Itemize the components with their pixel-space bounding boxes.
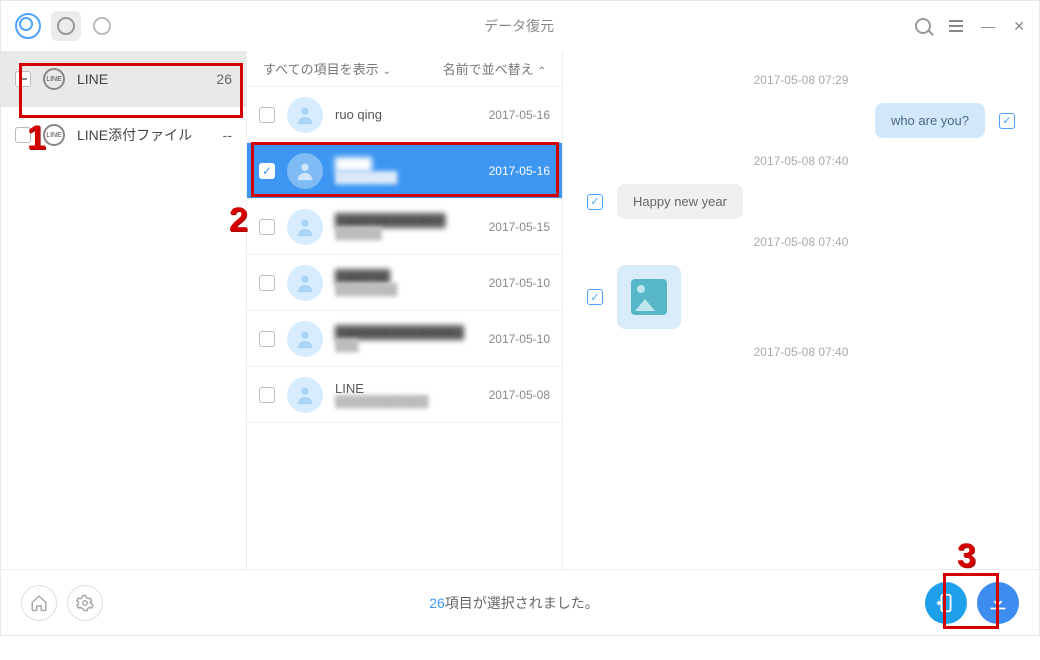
sidebar: LINE LINE 26 LINE LINE添付ファイル -- <box>1 51 247 569</box>
settings-button[interactable] <box>67 585 103 621</box>
export-button[interactable] <box>977 582 1019 624</box>
chat-message-out: who are you? ✓ <box>587 103 1015 138</box>
avatar-icon <box>287 265 323 301</box>
restore-to-device-button[interactable] <box>925 582 967 624</box>
checkbox[interactable] <box>15 127 31 143</box>
checkbox[interactable] <box>15 71 31 87</box>
contact-date: 2017-05-16 <box>489 108 550 122</box>
list-item[interactable]: █████████████████ 2017-05-10 <box>247 311 562 367</box>
chat-message-in: ✓ <box>587 265 1015 329</box>
avatar-icon <box>287 377 323 413</box>
avatar-icon <box>287 209 323 245</box>
tool-contacts-button[interactable] <box>87 11 117 41</box>
home-button[interactable] <box>21 585 57 621</box>
checkbox[interactable]: ✓ <box>259 163 275 179</box>
contact-sub: ████████ <box>335 172 477 184</box>
contact-name: LINE <box>335 381 477 396</box>
message-bubble: who are you? <box>875 103 985 138</box>
avatar-icon <box>287 321 323 357</box>
checkbox[interactable] <box>259 219 275 235</box>
list-item[interactable]: ██████████████████ 2017-05-15 <box>247 199 562 255</box>
contact-date: 2017-05-15 <box>489 220 550 234</box>
selection-status: 26項目が選択されました。 <box>113 593 915 613</box>
message-checkbox[interactable]: ✓ <box>587 194 603 210</box>
contact-date: 2017-05-08 <box>489 388 550 402</box>
contact-date: 2017-05-10 <box>489 332 550 346</box>
sidebar-item[interactable]: LINE LINE添付ファイル -- <box>1 107 246 163</box>
app-logo-icon <box>15 13 41 39</box>
chat-timestamp: 2017-05-08 07:29 <box>587 73 1015 87</box>
sidebar-item-count: -- <box>223 127 232 143</box>
footer: 26項目が選択されました。 <box>1 569 1039 635</box>
contact-date: 2017-05-16 <box>489 164 550 178</box>
filter-dropdown[interactable]: すべての項目を表示⌄ <box>263 59 391 78</box>
header: データ復元 — ✕ <box>1 1 1039 51</box>
chat-timestamp: 2017-05-08 07:40 <box>587 235 1015 249</box>
line-icon: LINE <box>43 124 65 146</box>
menu-icon[interactable] <box>949 20 963 32</box>
contact-name: ████ <box>335 157 477 172</box>
close-button[interactable]: ✕ <box>1013 18 1025 35</box>
checkbox[interactable] <box>259 387 275 403</box>
contact-name: ██████ <box>335 269 477 284</box>
message-checkbox[interactable]: ✓ <box>999 113 1015 129</box>
image-bubble[interactable] <box>617 265 681 329</box>
contact-sub: ████████████ <box>335 396 477 408</box>
sidebar-item[interactable]: LINE LINE 26 <box>1 51 246 107</box>
message-checkbox[interactable]: ✓ <box>587 289 603 305</box>
checkbox[interactable] <box>259 275 275 291</box>
avatar-icon <box>287 153 323 189</box>
contact-name: ██████████████ <box>335 325 477 340</box>
contact-sub: ████████ <box>335 284 477 296</box>
contact-date: 2017-05-10 <box>489 276 550 290</box>
chat-message-in: ✓ Happy new year <box>587 184 1015 219</box>
contact-name: ruo qing <box>335 107 477 122</box>
contact-name: ████████████ <box>335 213 477 228</box>
chat-timestamp: 2017-05-08 07:40 <box>587 345 1015 359</box>
search-icon[interactable] <box>915 18 931 34</box>
minimize-button[interactable]: — <box>981 18 995 34</box>
chat-pane: 2017-05-08 07:29 who are you? ✓ 2017-05-… <box>563 51 1039 569</box>
sort-dropdown[interactable]: 名前で並べ替え⌃ <box>443 59 546 78</box>
contact-sub: ███ <box>335 340 477 352</box>
list-item[interactable]: ruo qing 2017-05-16 <box>247 87 562 143</box>
list-item[interactable]: ✓ ████████████ 2017-05-16 <box>247 143 562 199</box>
sidebar-item-count: 26 <box>216 71 232 87</box>
chat-timestamp: 2017-05-08 07:40 <box>587 154 1015 168</box>
message-bubble: Happy new year <box>617 184 743 219</box>
window-title: データ復元 <box>123 16 915 36</box>
sidebar-item-label: LINE <box>77 71 204 87</box>
avatar-icon <box>287 97 323 133</box>
checkbox[interactable] <box>259 331 275 347</box>
list-item[interactable]: LINE████████████ 2017-05-08 <box>247 367 562 423</box>
contact-sub: ██████ <box>335 228 477 240</box>
sidebar-item-label: LINE添付ファイル <box>77 125 211 145</box>
image-icon <box>631 279 667 315</box>
line-icon: LINE <box>43 68 65 90</box>
tool-documents-button[interactable] <box>51 11 81 41</box>
checkbox[interactable] <box>259 107 275 123</box>
list-item[interactable]: ██████████████ 2017-05-10 <box>247 255 562 311</box>
conversation-list: すべての項目を表示⌄ 名前で並べ替え⌃ ruo qing 2017-05-16✓… <box>247 51 563 569</box>
